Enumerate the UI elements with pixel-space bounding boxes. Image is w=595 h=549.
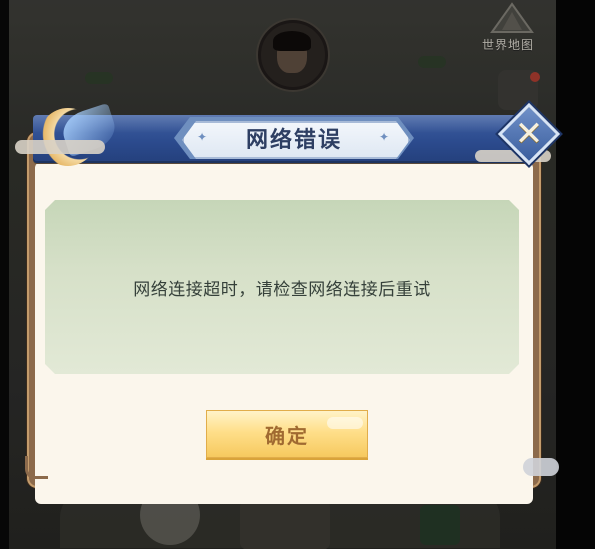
close-button[interactable]: ✕ (497, 102, 561, 166)
screen-right-edge (556, 0, 595, 549)
dialog-title: 网络错误 (245, 127, 342, 153)
network-error-dialog: ✦ ✦ 网络错误 ✕ 网络连接超时，请检查网络连接后重试 确定 (15, 102, 561, 504)
frame-corner-decoration (25, 456, 48, 479)
confirm-button[interactable]: 确定 (206, 410, 368, 458)
screen-left-edge (0, 0, 9, 549)
confirm-button-label: 确定 (265, 423, 309, 448)
cloud-decoration (15, 140, 105, 154)
close-x-icon: ✕ (514, 114, 544, 154)
game-scene: 世界地图 ✦ ✦ 网络错误 ✕ 网络连接超时，请检查网络连接后重试 确定 (0, 0, 595, 549)
error-message: 网络连接超时，请检查网络连接后重试 (133, 279, 431, 300)
cloud-decoration (523, 458, 559, 476)
